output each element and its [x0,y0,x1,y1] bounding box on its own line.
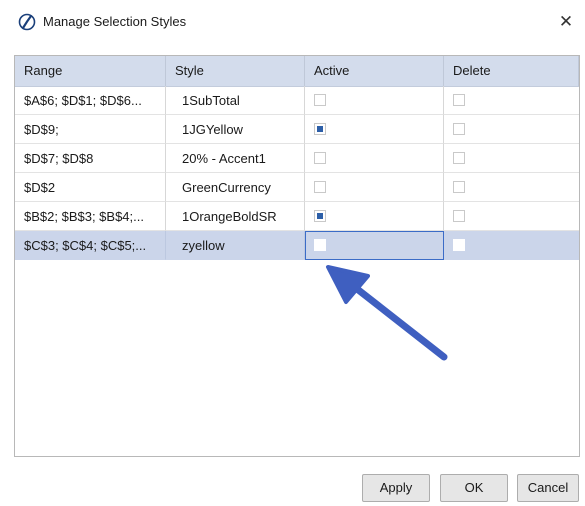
range-cell[interactable]: $D$2 [15,173,166,202]
table-row-selected[interactable]: $C$3; $C$4; $C$5;... zyellow [15,231,579,260]
style-cell[interactable]: zyellow [166,231,305,260]
range-cell[interactable]: $D$7; $D$8 [15,144,166,173]
delete-checkbox[interactable] [453,210,465,222]
table-row[interactable]: $D$9; 1JGYellow [15,115,579,144]
column-header-range[interactable]: Range [15,56,166,86]
style-cell[interactable]: 1OrangeBoldSR [166,202,305,231]
delete-cell [444,144,579,173]
close-button[interactable]: ✕ [553,9,579,35]
active-checkbox[interactable] [314,181,326,193]
range-cell[interactable]: $D$9; [15,115,166,144]
table-row[interactable]: $D$2 GreenCurrency [15,173,579,202]
table-row[interactable]: $A$6; $D$1; $D$6... 1SubTotal [15,86,579,115]
apply-button[interactable]: Apply [362,474,430,502]
active-checkbox[interactable] [314,152,326,164]
column-header-active[interactable]: Active [305,56,444,86]
cancel-button[interactable]: Cancel [517,474,579,502]
delete-checkbox[interactable] [453,181,465,193]
active-checkbox[interactable] [314,94,326,106]
active-cell [305,173,444,202]
range-cell[interactable]: $A$6; $D$1; $D$6... [15,86,166,115]
styles-grid: Range Style Active Delete $A$6; $D$1; $D… [14,55,580,457]
column-header-style[interactable]: Style [166,56,305,86]
style-cell[interactable]: 1JGYellow [166,115,305,144]
delete-checkbox[interactable] [453,152,465,164]
style-cell[interactable]: 20% - Accent1 [166,144,305,173]
delete-cell [444,231,579,260]
style-cell[interactable]: 1SubTotal [166,86,305,115]
table-row[interactable]: $B$2; $B$3; $B$4;... 1OrangeBoldSR [15,202,579,231]
delete-cell [444,202,579,231]
title-bar: Manage Selection Styles ✕ [0,0,585,44]
delete-cell [444,115,579,144]
range-cell[interactable]: $C$3; $C$4; $C$5;... [15,231,166,260]
style-cell[interactable]: GreenCurrency [166,173,305,202]
app-logo-icon [18,13,36,31]
grid-header: Range Style Active Delete [15,56,579,87]
manage-selection-styles-dialog: Manage Selection Styles ✕ Range Style Ac… [0,0,585,506]
column-header-delete[interactable]: Delete [444,56,579,86]
table-row[interactable]: $D$7; $D$8 20% - Accent1 [15,144,579,173]
range-cell[interactable]: $B$2; $B$3; $B$4;... [15,202,166,231]
active-cell [305,86,444,115]
dialog-title: Manage Selection Styles [43,14,187,29]
delete-cell [444,86,579,115]
delete-cell [444,173,579,202]
annotation-arrow-icon [326,265,448,361]
active-checkbox[interactable] [314,123,326,135]
active-cell [305,115,444,144]
active-cell [305,144,444,173]
delete-checkbox[interactable] [453,94,465,106]
delete-checkbox[interactable] [453,123,465,135]
active-cell [305,202,444,231]
close-icon: ✕ [558,12,574,31]
active-checkbox[interactable] [314,210,326,222]
ok-button[interactable]: OK [440,474,508,502]
